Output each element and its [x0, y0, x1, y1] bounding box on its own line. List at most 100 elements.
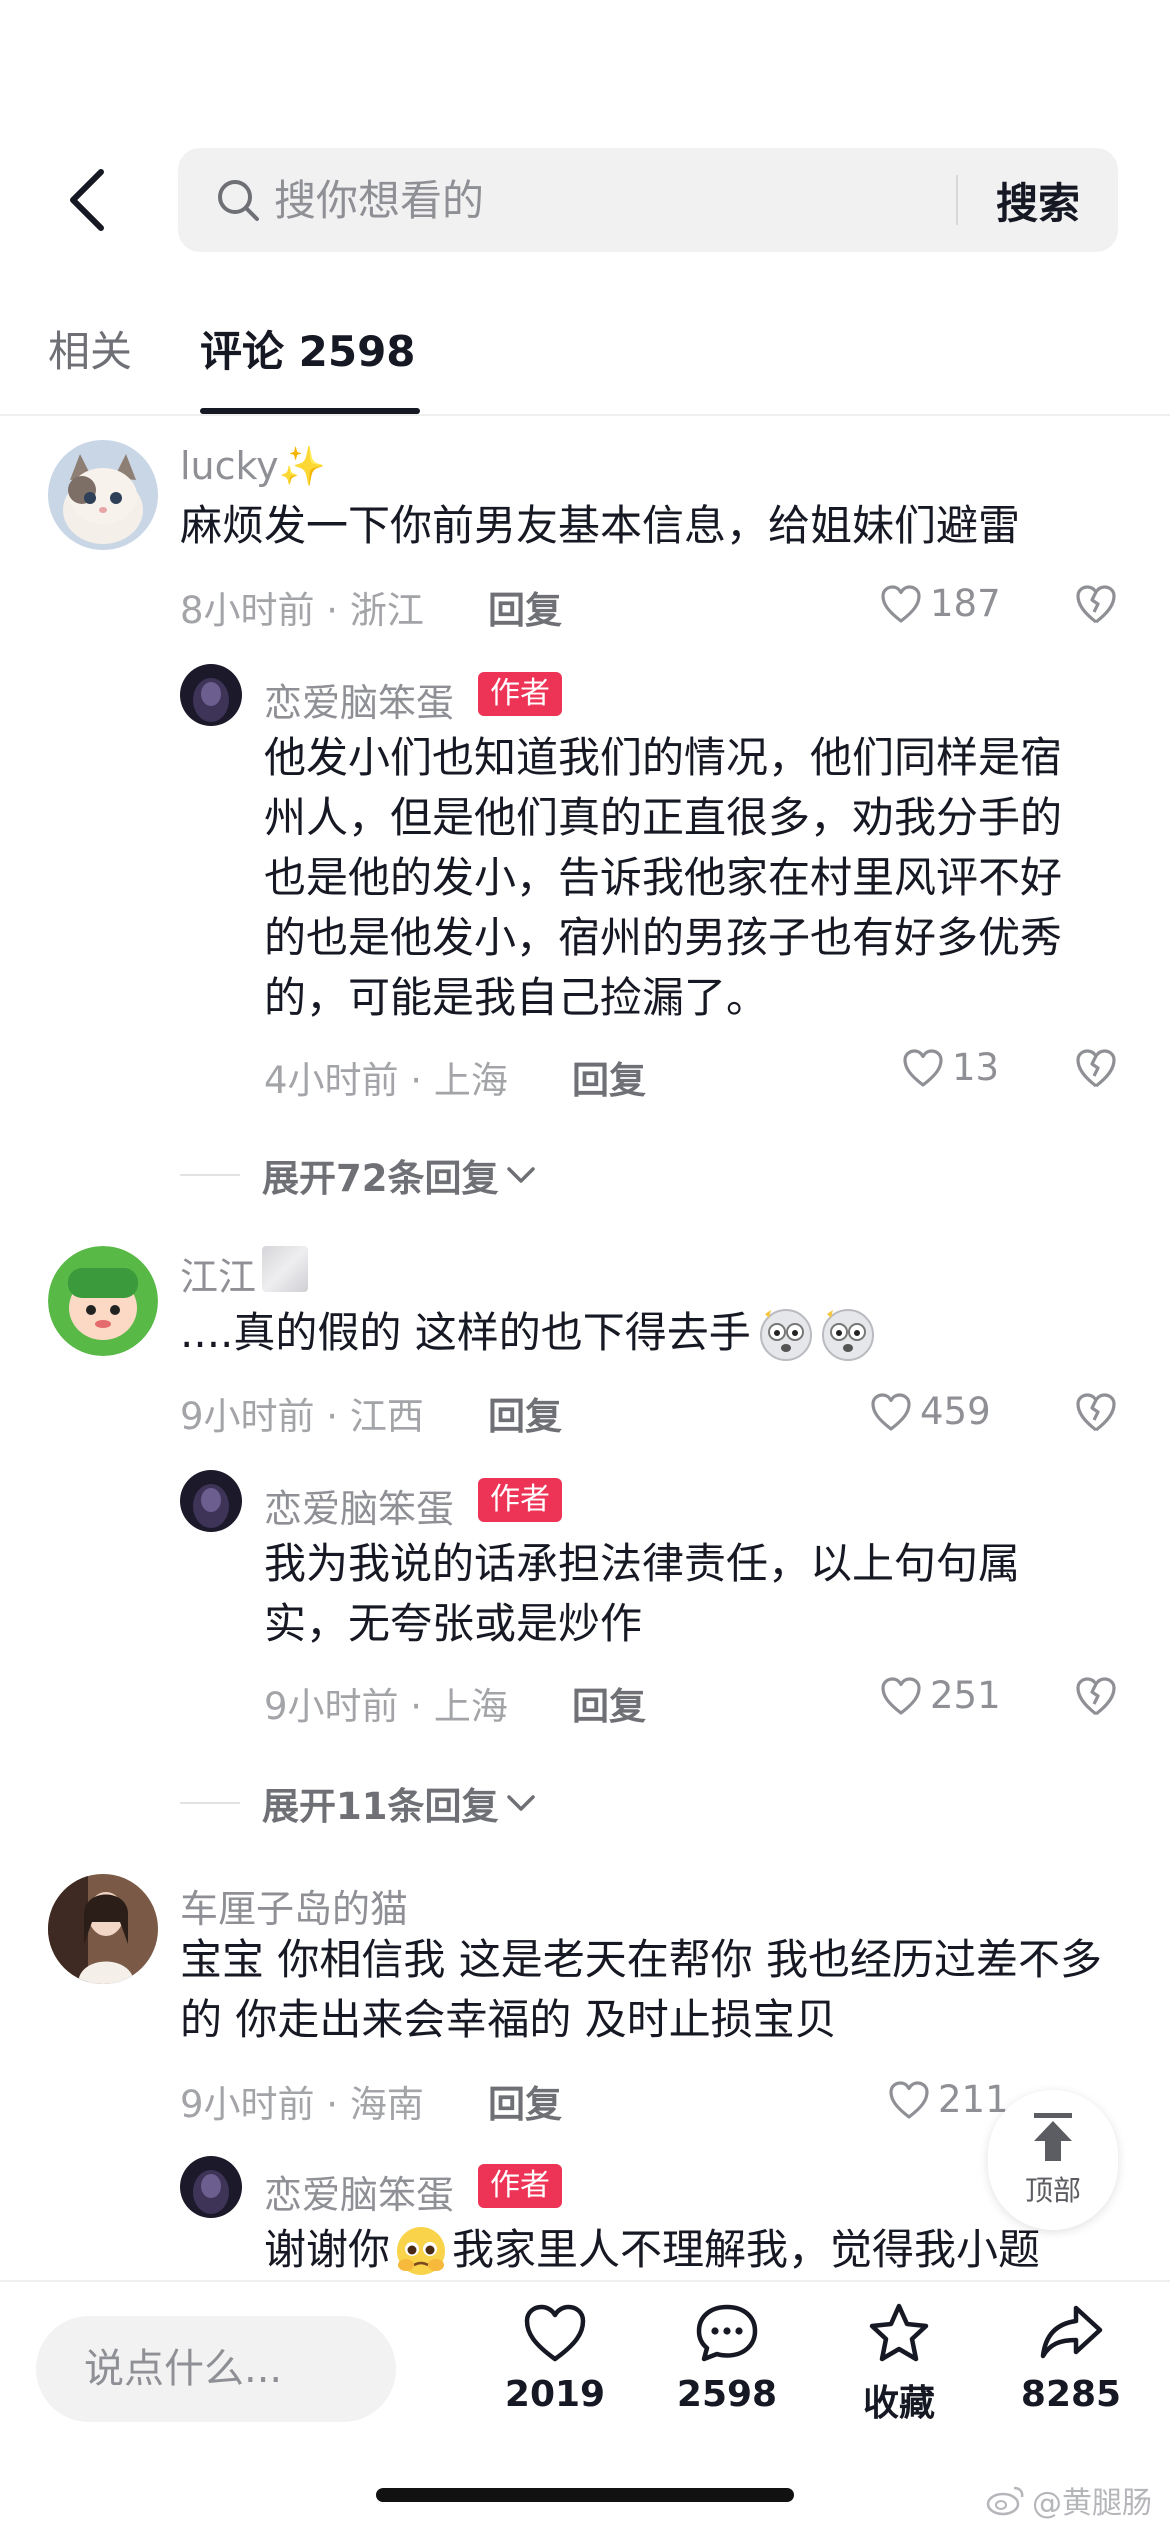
search-input[interactable]	[274, 175, 956, 225]
reply-button[interactable]: 回复	[488, 2074, 562, 2128]
author-avatar-image	[180, 2156, 242, 2218]
expand-replies-button[interactable]: 展开11条回复	[180, 1776, 537, 1830]
pleading-face-icon	[397, 2227, 446, 2275]
author-username[interactable]: 恋爱脑笨蛋	[264, 1478, 454, 1533]
watermark-text: @黄腿肠	[1032, 2486, 1152, 2521]
author-avatar[interactable]	[180, 664, 242, 726]
avatar[interactable]	[48, 1246, 158, 1356]
expand-divider	[180, 1802, 240, 1804]
green-character-avatar-icon	[48, 1246, 158, 1356]
comment-text-row: ....真的假的 这样的也下得去手	[180, 1302, 1100, 1364]
favorite-action-button[interactable]: 收藏	[824, 2302, 974, 2426]
avatar[interactable]	[48, 440, 158, 550]
back-to-top-label: 顶部	[1024, 2174, 1081, 2207]
like-button[interactable]: 187	[880, 582, 1001, 625]
reply-button[interactable]: 回复	[488, 580, 562, 634]
reply-button[interactable]: 回复	[572, 1050, 646, 1104]
expand-divider	[180, 1174, 240, 1176]
broken-heart-icon[interactable]	[1074, 1674, 1118, 1718]
heart-icon	[903, 1048, 943, 1087]
tabs-divider	[0, 414, 1170, 416]
author-reply-meta: 4小时前 · 上海	[264, 1059, 508, 1102]
heart-icon	[871, 1392, 911, 1431]
search-icon	[214, 176, 262, 224]
like-button[interactable]: 459	[870, 1390, 991, 1433]
expand-replies-label: 展开11条回复	[262, 1785, 499, 1828]
share-action-button[interactable]: 8285	[996, 2302, 1146, 2415]
author-badge: 作者	[478, 1478, 562, 1522]
avatar[interactable]	[48, 1874, 158, 1984]
comment-username[interactable]: 江江	[180, 1246, 256, 1301]
comment-meta: 9小时前 · 海南	[180, 2083, 424, 2126]
author-reply-text: 谢谢你	[264, 2225, 391, 2274]
comment-count: 2598	[676, 2374, 778, 2415]
author-reply-text: 我为我说的话承担法律责任，以上句句属实，无夸张或是炒作	[264, 1539, 1021, 1648]
comment-text: ....真的假的 这样的也下得去手	[180, 1308, 751, 1357]
expand-replies-button[interactable]: 展开72条回复	[180, 1148, 537, 1202]
author-username[interactable]: 恋爱脑笨蛋	[264, 672, 454, 727]
comment-text: 宝宝 你相信我 这是老天在帮你 我也经历过差不多的 你走出来会幸福的 及时止损宝…	[180, 1935, 1103, 2044]
author-avatar[interactable]	[180, 2156, 242, 2218]
like-count: 211	[938, 2078, 1009, 2121]
like-button[interactable]: 13	[902, 1046, 999, 1089]
home-indicator[interactable]	[376, 2488, 794, 2502]
username-text: lucky	[180, 444, 279, 488]
star-icon	[869, 2303, 929, 2362]
sparkles-icon: ✨	[278, 444, 327, 488]
chevron-down-icon	[506, 1795, 535, 1811]
broken-heart-icon[interactable]	[1074, 582, 1118, 626]
author-reply-text-continued: 我家里人不理解我，觉得我小题	[452, 2225, 1041, 2274]
broken-heart-icon[interactable]	[1074, 1046, 1118, 1090]
tab-related[interactable]: 相关	[48, 318, 132, 379]
heart-icon	[881, 584, 921, 623]
like-count: 187	[930, 582, 1001, 625]
reply-button[interactable]: 回复	[488, 1386, 562, 1440]
comment-meta: 8小时前 · 浙江	[180, 589, 424, 632]
like-count: 251	[930, 1674, 1001, 1717]
comment-username[interactable]: 车厘子岛的猫	[180, 1878, 408, 1933]
cat-avatar-icon	[48, 440, 158, 550]
broken-heart-icon[interactable]	[1074, 1390, 1118, 1434]
girl-photo-avatar-icon	[48, 1874, 158, 1984]
comment-username[interactable]: lucky✨	[180, 444, 326, 489]
blurred-emoji-icon	[262, 1246, 308, 1292]
comment-meta: 9小时前 · 江西	[180, 1395, 424, 1438]
author-avatar-image	[180, 664, 242, 726]
back-button[interactable]	[52, 160, 122, 240]
share-count: 8285	[1020, 2374, 1122, 2415]
like-count: 459	[920, 1390, 991, 1433]
watermark: @黄腿肠	[986, 2478, 1152, 2522]
shocked-face-icon	[821, 1309, 874, 1361]
comment-input[interactable]: 说点什么...	[36, 2316, 396, 2422]
like-count: 13	[952, 1046, 1000, 1089]
tab-comments[interactable]: 评论 2598	[200, 318, 416, 379]
comment-text: 麻烦发一下你前男友基本信息，给姐妹们避雷	[180, 501, 1021, 550]
search-bar[interactable]: 搜索	[178, 148, 1118, 252]
weibo-logo-icon	[986, 2486, 1024, 2516]
author-reply-text-row: 谢谢你 我家里人不理解我，觉得我小题	[264, 2220, 1114, 2280]
like-button[interactable]: 251	[880, 1674, 1001, 1717]
author-reply-meta: 9小时前 · 上海	[264, 1685, 508, 1728]
back-to-top-button[interactable]: 顶部	[988, 2090, 1118, 2230]
reply-button[interactable]: 回复	[572, 1676, 646, 1730]
share-arrow-icon	[1040, 2305, 1103, 2359]
search-button[interactable]: 搜索	[958, 170, 1118, 231]
chevron-down-icon	[506, 1167, 535, 1183]
shocked-face-icon	[759, 1309, 812, 1361]
author-badge: 作者	[478, 672, 562, 716]
comment-action-button[interactable]: 2598	[652, 2302, 802, 2415]
heart-icon	[889, 2080, 929, 2119]
author-reply-text: 他发小们也知道我们的情况，他们同样是宿州人，但是他们真的正直很多，劝我分手的也是…	[264, 733, 1063, 1022]
heart-icon	[524, 2304, 586, 2362]
like-button[interactable]: 211	[888, 2078, 1009, 2121]
arrow-up-to-top-icon	[1034, 2113, 1072, 2161]
author-avatar-image	[180, 1470, 242, 1532]
favorite-label: 收藏	[862, 2383, 935, 2424]
author-badge: 作者	[478, 2164, 562, 2208]
heart-icon	[881, 1676, 921, 1715]
author-username[interactable]: 恋爱脑笨蛋	[264, 2164, 454, 2219]
like-action-button[interactable]: 2019	[480, 2302, 630, 2415]
back-arrow-icon	[70, 169, 104, 231]
like-count: 2019	[504, 2374, 606, 2415]
author-avatar[interactable]	[180, 1470, 242, 1532]
